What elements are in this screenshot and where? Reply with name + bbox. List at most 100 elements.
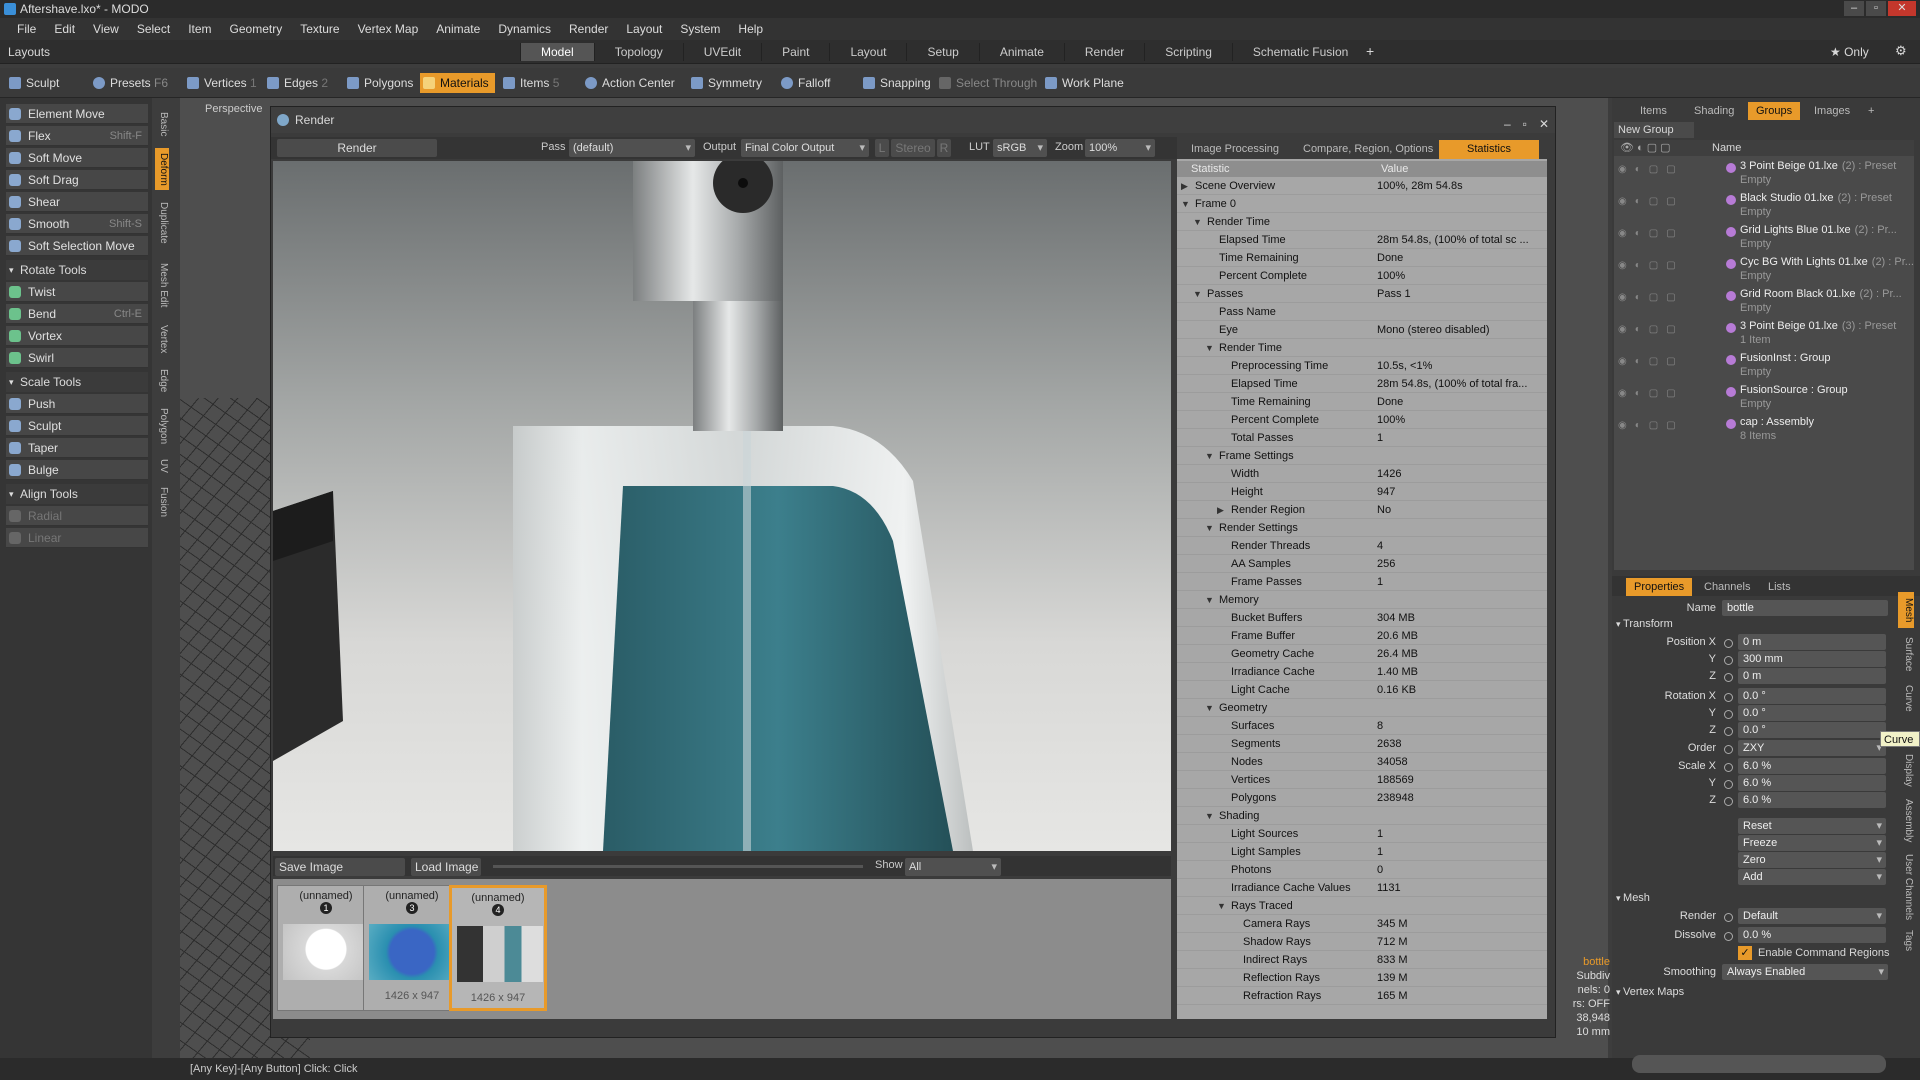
statistics-row[interactable]: Segments 2638 bbox=[1177, 735, 1547, 753]
statistics-row[interactable]: ▼ Frame Settings bbox=[1177, 447, 1547, 465]
tool-bulge[interactable]: Bulge bbox=[6, 460, 148, 480]
statistics-row[interactable]: Bucket Buffers 304 MB bbox=[1177, 609, 1547, 627]
rotate-tools-header[interactable]: Rotate Tools bbox=[6, 260, 148, 280]
tab-render[interactable]: Render bbox=[1063, 43, 1144, 61]
statistics-row[interactable]: Polygons 238948 bbox=[1177, 789, 1547, 807]
visibility-toggle-icons[interactable]: ◉◐▢▢ bbox=[1618, 420, 1688, 432]
visibility-toggle-icons[interactable]: ◉◐▢▢ bbox=[1618, 260, 1688, 272]
dissolve-keyframe-icon[interactable] bbox=[1724, 932, 1733, 941]
tool-soft-selection-move[interactable]: Soft Selection Move bbox=[6, 236, 148, 256]
group-item[interactable]: ◉◐▢▢ Black Studio 01.lxe (2) : Preset Empty bbox=[1614, 190, 1914, 222]
smoothing-select[interactable]: Always Enabled bbox=[1722, 964, 1888, 980]
tab-animate[interactable]: Animate bbox=[978, 43, 1064, 61]
statistics-row[interactable]: Frame Passes 1 bbox=[1177, 573, 1547, 591]
tab-model[interactable]: Model bbox=[520, 43, 594, 61]
position-x-field[interactable]: 0 m bbox=[1738, 634, 1886, 650]
command-input[interactable] bbox=[1632, 1055, 1886, 1073]
vtab-duplicate[interactable]: Duplicate bbox=[155, 194, 169, 252]
only-toggle[interactable]: ★ Only bbox=[1830, 45, 1869, 59]
menu-view[interactable]: View bbox=[84, 22, 128, 36]
save-image-button[interactable]: Save Image bbox=[275, 858, 405, 876]
statistics-row[interactable]: AA Samples 256 bbox=[1177, 555, 1547, 573]
scale-x-keyframe-icon[interactable] bbox=[1724, 763, 1733, 772]
falloff-button[interactable]: Falloff bbox=[778, 73, 830, 93]
statistics-row[interactable]: ▼ Memory bbox=[1177, 591, 1547, 609]
tool-flex[interactable]: Flex Shift-F bbox=[6, 126, 148, 146]
tab-statistics[interactable]: Statistics bbox=[1439, 140, 1539, 159]
statistics-row[interactable]: Camera Rays 345 M bbox=[1177, 915, 1547, 933]
rvtab-tags[interactable]: Tags bbox=[1898, 926, 1914, 956]
statistics-row[interactable]: Photons 0 bbox=[1177, 861, 1547, 879]
minimize-button[interactable]: – bbox=[1844, 1, 1864, 16]
tab-items[interactable]: Items bbox=[1632, 102, 1675, 120]
tool-sculpt[interactable]: Sculpt bbox=[6, 416, 148, 436]
tab-setup[interactable]: Setup bbox=[906, 43, 978, 61]
name-field[interactable]: bottle bbox=[1722, 600, 1888, 616]
tab-layout[interactable]: Layout bbox=[829, 43, 906, 61]
statistics-row[interactable]: Reflection Rays 139 M bbox=[1177, 969, 1547, 987]
position-z-keyframe-icon[interactable] bbox=[1724, 673, 1733, 682]
tab-topology[interactable]: Topology bbox=[593, 43, 683, 61]
maximize-button[interactable]: ▫ bbox=[1866, 1, 1886, 16]
rvtab-mesh[interactable]: Mesh bbox=[1898, 592, 1914, 628]
vtab-edge[interactable]: Edge bbox=[155, 364, 169, 398]
layouts-label[interactable]: Layouts bbox=[8, 45, 50, 59]
statistics-row[interactable]: ▼ Geometry bbox=[1177, 699, 1547, 717]
render-keyframe-icon[interactable] bbox=[1724, 913, 1733, 922]
edges-button[interactable]: Edges 2 bbox=[264, 73, 328, 93]
tool-soft-drag[interactable]: Soft Drag bbox=[6, 170, 148, 190]
snapping-button[interactable]: Snapping bbox=[860, 73, 931, 93]
tab-compare-region-options[interactable]: Compare, Region, Options bbox=[1293, 140, 1443, 159]
vtab-basic[interactable]: Basic bbox=[155, 104, 169, 144]
menu-texture[interactable]: Texture bbox=[291, 22, 348, 36]
vtab-vertex[interactable]: Vertex bbox=[155, 318, 169, 360]
statistics-row[interactable]: Elapsed Time 28m 54.8s, (100% of total fr… bbox=[1177, 375, 1547, 393]
vtab-fusion[interactable]: Fusion bbox=[155, 482, 169, 522]
statistics-row[interactable]: ▶ Render Region No bbox=[1177, 501, 1547, 519]
statistics-row[interactable]: Eye Mono (stereo disabled) bbox=[1177, 321, 1547, 339]
group-item[interactable]: ◉◐▢▢ FusionSource : Group Empty bbox=[1614, 382, 1914, 414]
tool-shear[interactable]: Shear bbox=[6, 192, 148, 212]
group-item[interactable]: ◉◐▢▢ cap : Assembly 8 Items bbox=[1614, 414, 1914, 446]
statistics-row[interactable]: Time Remaining Done bbox=[1177, 393, 1547, 411]
tool-bend[interactable]: Bend Ctrl-E bbox=[6, 304, 148, 324]
thumbnail-1[interactable]: (unnamed) 1 bbox=[277, 885, 375, 1011]
scale-z-field[interactable]: 6.0 % bbox=[1738, 792, 1886, 808]
scale-tools-header[interactable]: Scale Tools bbox=[6, 372, 148, 392]
group-item[interactable]: ◉◐▢▢ FusionInst : Group Empty bbox=[1614, 350, 1914, 382]
group-item[interactable]: ◉◐▢▢ Cyc BG With Lights 01.lxe (2) : Pr...… bbox=[1614, 254, 1914, 286]
rotation-x-field[interactable]: 0.0 ° bbox=[1738, 688, 1886, 704]
visibility-toggle-icons[interactable]: ◉◐▢▢ bbox=[1618, 356, 1688, 368]
statistics-row[interactable]: Frame Buffer 20.6 MB bbox=[1177, 627, 1547, 645]
group-item[interactable]: ◉◐▢▢ 3 Point Beige 01.lxe (3) : Preset 1 It… bbox=[1614, 318, 1914, 350]
statistics-row[interactable]: Time Remaining Done bbox=[1177, 249, 1547, 267]
tool-soft-move[interactable]: Soft Move bbox=[6, 148, 148, 168]
statistics-row[interactable]: Nodes 34058 bbox=[1177, 753, 1547, 771]
align-tools-header[interactable]: Align Tools bbox=[6, 484, 148, 504]
statistics-row[interactable]: Indirect Rays 833 M bbox=[1177, 951, 1547, 969]
thumbnail-3[interactable]: (unnamed) 3 1426 x 947 bbox=[363, 885, 461, 1011]
tab-scripting[interactable]: Scripting bbox=[1144, 43, 1232, 61]
value-column-header[interactable]: Value bbox=[1381, 161, 1408, 177]
statistics-row[interactable]: ▼ Shading bbox=[1177, 807, 1547, 825]
statistics-row[interactable]: Percent Complete 100% bbox=[1177, 411, 1547, 429]
menu-vertex-map[interactable]: Vertex Map bbox=[349, 22, 428, 36]
render-maximize-button[interactable]: ▫ bbox=[1523, 111, 1527, 137]
zoom-select[interactable]: 100% bbox=[1085, 139, 1155, 157]
statistics-row[interactable]: ▼ Rays Traced bbox=[1177, 897, 1547, 915]
menu-dynamics[interactable]: Dynamics bbox=[489, 22, 560, 36]
menu-geometry[interactable]: Geometry bbox=[221, 22, 292, 36]
tool-taper[interactable]: Taper bbox=[6, 438, 148, 458]
statistics-row[interactable]: Percent Complete 100% bbox=[1177, 267, 1547, 285]
freeze-dropdown[interactable]: Freeze bbox=[1738, 835, 1886, 851]
position-z-field[interactable]: 0 m bbox=[1738, 668, 1886, 684]
render-image[interactable] bbox=[273, 161, 1171, 851]
thumbnail-4[interactable]: (unnamed) 4 1426 x 947 bbox=[449, 885, 547, 1011]
visibility-toggle-icons[interactable]: ◉◐▢▢ bbox=[1618, 164, 1688, 176]
rotation-z-field[interactable]: 0.0 ° bbox=[1738, 722, 1886, 738]
tab-properties[interactable]: Properties bbox=[1626, 578, 1693, 596]
statistics-row[interactable]: ▼ Render Time bbox=[1177, 339, 1547, 357]
rvtab-surface[interactable]: Surface bbox=[1898, 632, 1914, 676]
render-minimize-button[interactable]: – bbox=[1504, 111, 1511, 137]
sculpt-button[interactable]: Sculpt bbox=[6, 73, 59, 93]
